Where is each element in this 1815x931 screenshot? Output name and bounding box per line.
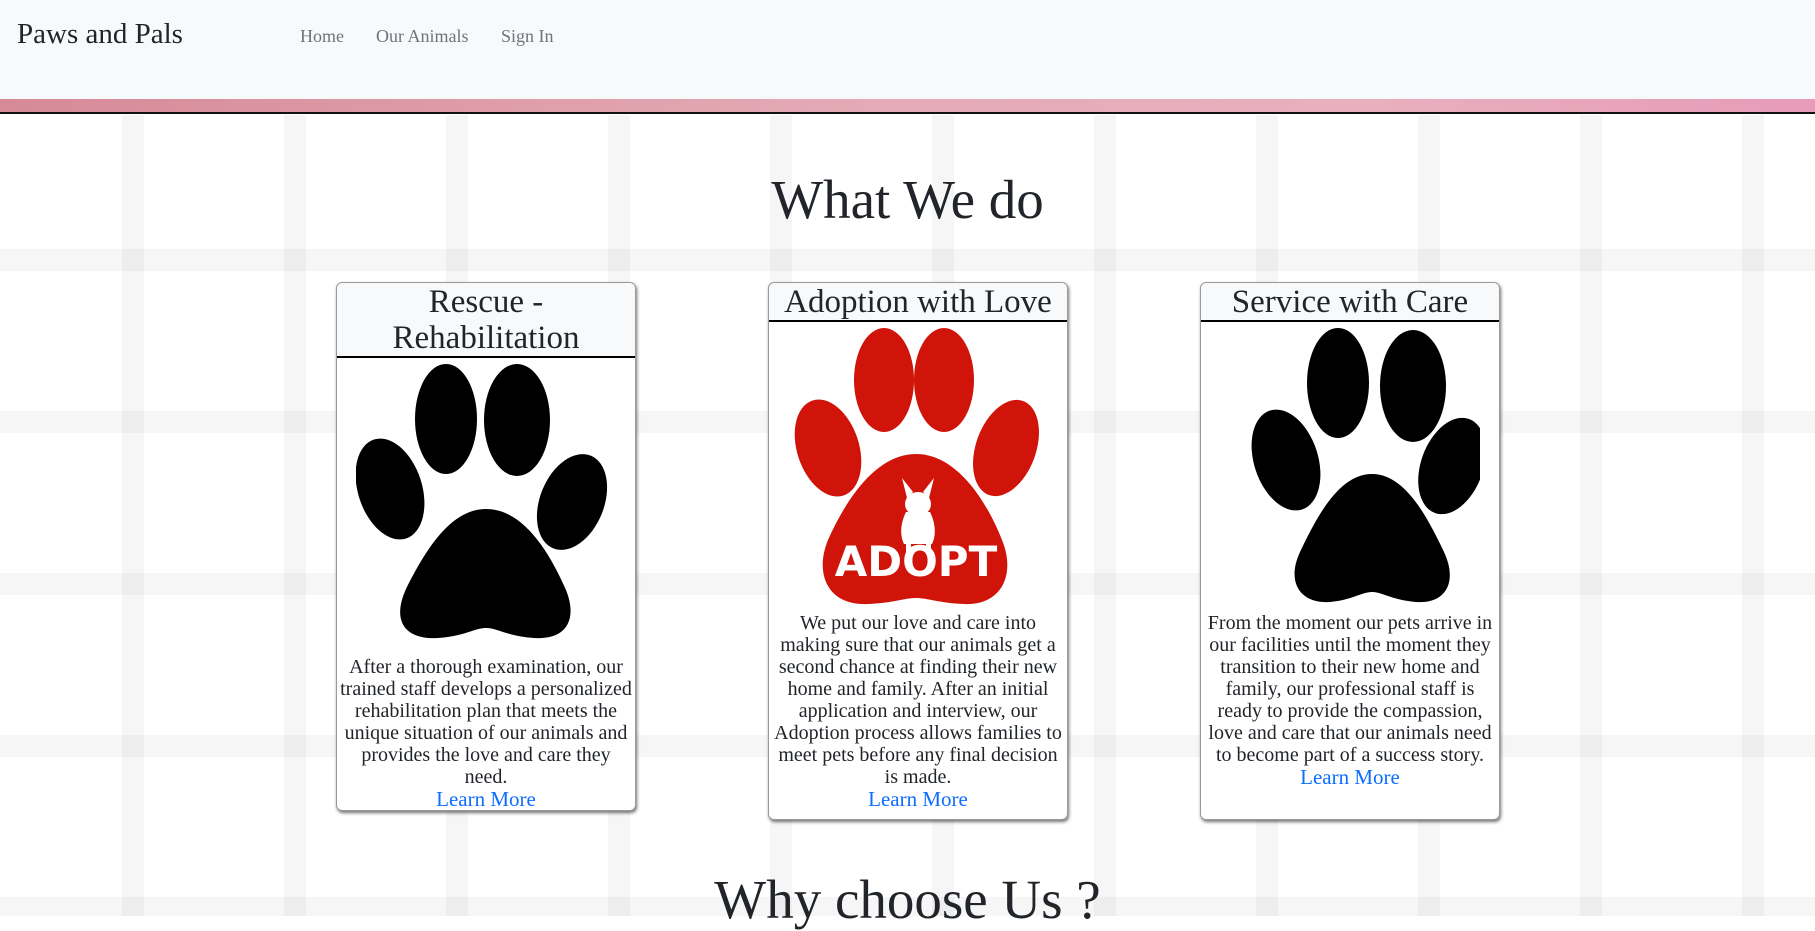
nav-link-home[interactable]: Home xyxy=(300,26,344,47)
card-rescue: Rescue - Rehabilitation After a thorough… xyxy=(336,282,636,811)
card-description: We put our love and care into making sur… xyxy=(774,612,1062,788)
nav-link-sign-in[interactable]: Sign In xyxy=(501,26,554,47)
section-heading-why-choose-us: Why choose Us ? xyxy=(714,869,1101,930)
header-band xyxy=(0,99,1815,114)
card-title: Adoption with Love xyxy=(769,283,1067,322)
page-title: What We do xyxy=(771,169,1044,230)
red-adopt-paw-icon: ADOPT xyxy=(794,328,1039,605)
card-title-line1: Rescue - xyxy=(428,284,544,320)
card-title: Service with Care xyxy=(1201,283,1499,322)
black-paw-icon xyxy=(1251,328,1480,603)
learn-more-link[interactable]: Learn More xyxy=(769,788,1067,810)
adopt-badge-text: ADOPT xyxy=(835,537,998,586)
learn-more-link[interactable]: Learn More xyxy=(337,788,635,810)
card-adoption: Adoption with Love ADOPT We put our love… xyxy=(768,282,1068,820)
nav-link-our-animals[interactable]: Our Animals xyxy=(376,26,469,47)
card-service: Service with Care From the moment our pe… xyxy=(1200,282,1500,820)
card-description: After a thorough examination, our traine… xyxy=(340,656,632,788)
card-description: From the moment our pets arrive in our f… xyxy=(1207,612,1493,766)
card-title: Rescue - Rehabilitation xyxy=(337,283,635,358)
learn-more-link[interactable]: Learn More xyxy=(1201,766,1499,788)
navbar: Paws and Pals Home Our Animals Sign In xyxy=(0,0,1815,99)
card-title-line2: Rehabilitation xyxy=(392,320,580,356)
brand-logo[interactable]: Paws and Pals xyxy=(17,18,183,51)
black-paw-icon xyxy=(356,364,608,639)
